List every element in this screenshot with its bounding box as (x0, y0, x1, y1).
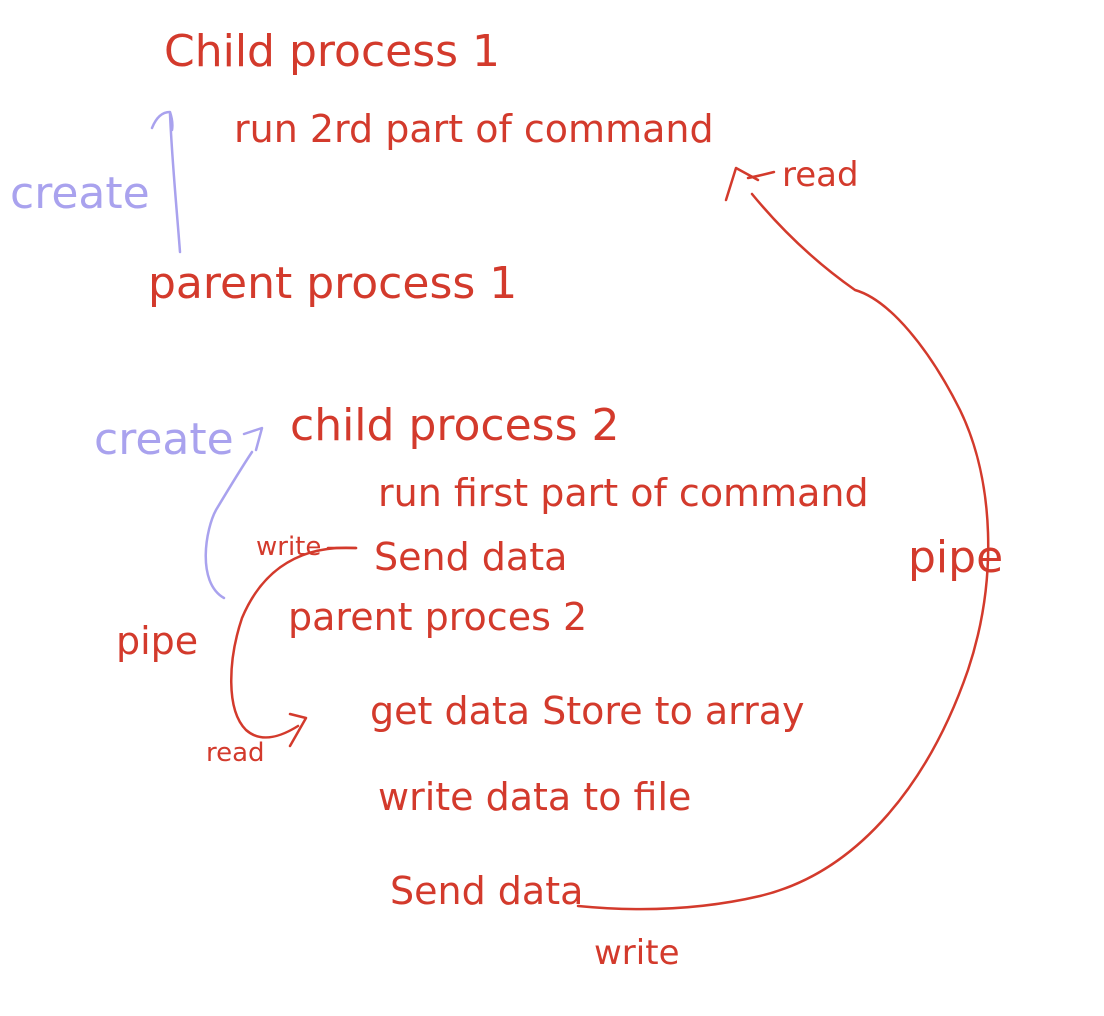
parent-process-2-label: parent proces 2 (288, 595, 588, 639)
parent-process-1-label: parent process 1 (148, 258, 518, 309)
create-label-mid: create (94, 414, 234, 465)
write-file-label: write data to file (378, 775, 692, 819)
create-arrow-mid-head (242, 426, 264, 452)
write-label-mid: write (256, 532, 322, 562)
create-arrow-top (168, 112, 182, 254)
diagram-canvas: Child process 1 run 2rd part of command … (0, 0, 1104, 1016)
inner-pipe-arrow (230, 546, 358, 739)
read-label-top: read (782, 155, 859, 195)
child-process-1-task: run 2rd part of command (234, 107, 714, 151)
pipe-label-right: pipe (908, 532, 1004, 583)
write-label-bottom: write (594, 933, 680, 973)
send-data-label-2: Send data (390, 869, 584, 913)
create-label-top: create (10, 168, 150, 219)
send-data-label-1: Send data (374, 535, 568, 579)
get-data-label: get data Store to array (370, 689, 805, 733)
read-tick-top (746, 170, 776, 180)
child-process-1-label: Child process 1 (164, 26, 501, 77)
create-arrow-mid (204, 450, 254, 600)
child-process-2-label: child process 2 (290, 400, 620, 451)
read-label-bottom: read (206, 738, 265, 768)
pipe-label-left: pipe (116, 619, 199, 663)
child-process-2-task: run first part of command (378, 471, 869, 515)
